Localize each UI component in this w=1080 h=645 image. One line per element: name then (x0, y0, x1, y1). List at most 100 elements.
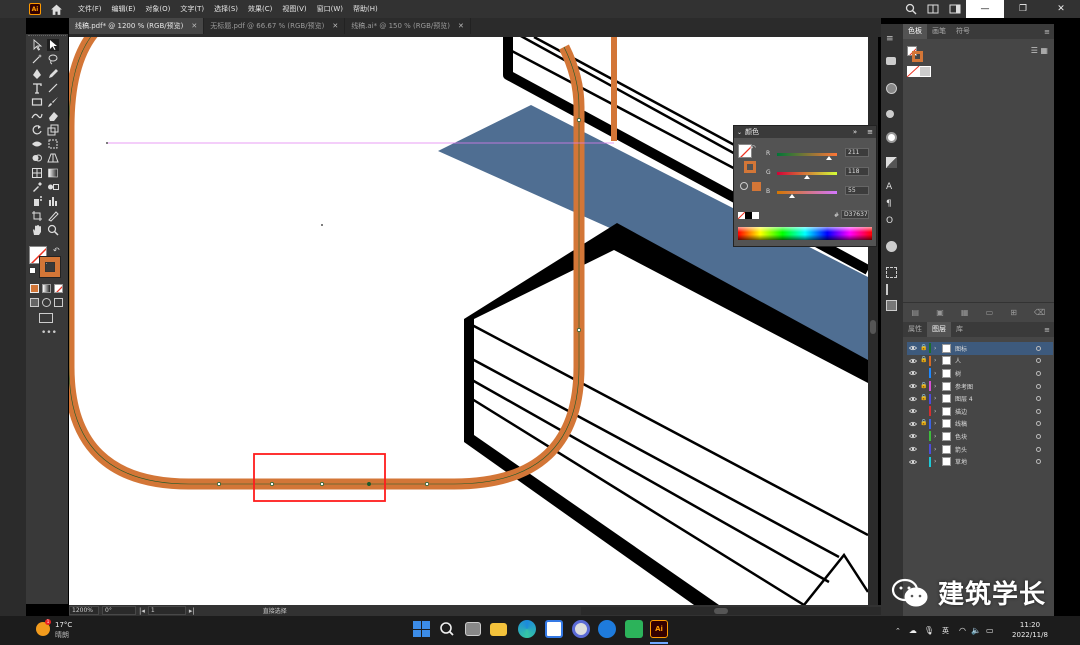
scale-tool-icon[interactable] (47, 124, 59, 136)
close-icon[interactable]: ✕ (458, 18, 464, 34)
color-spectrum[interactable] (738, 227, 872, 240)
list-view-icon[interactable]: ☰ ▦ (1031, 46, 1048, 55)
default-colors-icon[interactable] (29, 267, 36, 274)
expand-chevron-icon[interactable]: › (934, 357, 942, 364)
b-value-input[interactable]: 55 (845, 186, 869, 195)
type-tool-icon[interactable] (31, 82, 43, 94)
b-slider[interactable] (777, 191, 837, 194)
layer-target-icon[interactable] (1036, 446, 1041, 452)
expand-chevron-icon[interactable]: › (934, 345, 942, 352)
edge-browser-icon[interactable] (518, 620, 536, 638)
paragraph-icon[interactable]: ¶ (886, 199, 897, 210)
mic-icon[interactable]: 🎙 (924, 626, 934, 635)
tab-properties[interactable]: 属性 (903, 322, 927, 337)
layer-target-icon[interactable] (1036, 383, 1041, 389)
lasso-tool-icon[interactable] (47, 53, 59, 65)
tab-doc-2[interactable]: 无标题.pdf @ 66.67 % (RGB/预览) ✕ (204, 18, 346, 34)
layer-row[interactable]: 🔒 › 线稿 (907, 418, 1053, 431)
layer-name[interactable]: 人 (955, 356, 961, 365)
menu-effect[interactable]: 效果(C) (243, 0, 277, 18)
rotation-field[interactable]: 0° (102, 606, 136, 615)
symbol-sprayer-tool-icon[interactable] (31, 195, 43, 207)
tools-grip[interactable] (28, 35, 66, 37)
layer-row[interactable]: 🔒 › 参考图 (907, 380, 1053, 393)
arrange-documents-icon[interactable] (927, 3, 939, 15)
color-icon[interactable] (886, 132, 897, 143)
artboard-canvas[interactable] (69, 37, 868, 605)
new-group-icon[interactable]: ▭ (986, 308, 994, 317)
color-panel[interactable]: ⌄ 颜色 » ≡ ↶ R 211 G 118 B 55 # D37637 (733, 125, 877, 247)
character-icon[interactable]: A (886, 182, 897, 193)
menu-file[interactable]: 文件(F) (73, 0, 107, 18)
rotate-tool-icon[interactable] (31, 124, 43, 136)
swatch-none[interactable] (907, 66, 931, 77)
close-icon[interactable]: ✕ (191, 18, 197, 34)
r-value-input[interactable]: 211 (845, 148, 869, 157)
tray-chevron-icon[interactable]: ⌃ (895, 627, 901, 635)
magic-wand-tool-icon[interactable] (31, 53, 43, 65)
visibility-eye-icon[interactable] (909, 382, 917, 390)
width-tool-icon[interactable] (31, 138, 43, 150)
artwork[interactable] (69, 37, 868, 605)
line-tool-icon[interactable] (47, 82, 59, 94)
visibility-eye-icon[interactable] (909, 357, 917, 365)
white-swatch[interactable] (752, 212, 759, 219)
close-icon[interactable]: ✕ (332, 18, 338, 34)
screen-mode-icon[interactable] (39, 313, 53, 323)
start-button[interactable] (412, 620, 430, 638)
layer-target-icon[interactable] (1036, 459, 1041, 465)
lock-icon[interactable] (920, 457, 929, 466)
menu-object[interactable]: 对象(O) (140, 0, 175, 18)
task-view-icon[interactable] (465, 622, 481, 636)
expand-chevron-icon[interactable]: › (934, 433, 942, 440)
panel-stroke-swatch[interactable] (744, 161, 756, 173)
expand-chevron-icon[interactable]: › (934, 383, 942, 390)
zoom-tool-icon[interactable] (47, 224, 59, 236)
slice-tool-icon[interactable] (47, 210, 59, 222)
blend-tool-icon[interactable] (47, 181, 59, 193)
direct-selection-tool-icon[interactable] (47, 39, 59, 51)
layer-row[interactable]: 🔒 › 图标 (907, 342, 1053, 355)
ie-browser-icon[interactable] (598, 620, 616, 638)
home-icon[interactable] (50, 3, 63, 16)
last-artboard-icon[interactable]: ▸| (189, 607, 195, 615)
lock-icon[interactable] (920, 445, 929, 454)
search-icon[interactable] (905, 3, 917, 15)
vertical-scrollbar[interactable] (868, 37, 878, 605)
b-slider-handle[interactable] (789, 194, 795, 198)
app-icon-1[interactable] (572, 620, 590, 638)
lock-icon[interactable] (920, 432, 929, 441)
weather-desc[interactable]: 晴朗 (55, 630, 69, 640)
layer-row[interactable]: › 描边 (907, 405, 1053, 418)
layer-target-icon[interactable] (1036, 433, 1041, 439)
opentype-icon[interactable]: O (886, 216, 897, 227)
close-button[interactable]: ✕ (1042, 0, 1080, 18)
tab-brushes[interactable]: 画笔 (927, 24, 951, 39)
pencil-tool-icon[interactable] (47, 68, 59, 80)
layer-name[interactable]: 线稿 (955, 419, 967, 428)
layer-target-icon[interactable] (1036, 421, 1041, 427)
layer-row[interactable]: › 箭头 (907, 443, 1053, 456)
pen-tool-icon[interactable] (31, 68, 43, 80)
first-artboard-icon[interactable]: |◂ (139, 607, 145, 615)
artboard-number-field[interactable]: 1 (147, 606, 186, 615)
black-swatch[interactable] (745, 212, 752, 219)
tab-swatches[interactable]: 色板 (903, 24, 927, 39)
expand-chevron-icon[interactable]: › (934, 458, 942, 465)
free-transform-tool-icon[interactable] (47, 138, 59, 150)
layer-target-icon[interactable] (1036, 408, 1041, 414)
panel-menu-icon[interactable]: ≡ (1044, 28, 1050, 36)
expand-chevron-icon[interactable]: › (934, 420, 942, 427)
layer-target-icon[interactable] (1036, 345, 1041, 351)
comments-icon[interactable] (886, 57, 896, 65)
panel-menu-icon[interactable]: ≡ (886, 34, 897, 45)
pathfinder-icon[interactable] (886, 300, 897, 311)
paintbrush-tool-icon[interactable] (47, 96, 59, 108)
menu-window[interactable]: 窗口(W) (312, 0, 348, 18)
menu-edit[interactable]: 编辑(E) (107, 0, 141, 18)
draw-behind-icon[interactable] (42, 298, 51, 307)
mesh-tool-icon[interactable] (31, 167, 43, 179)
visibility-eye-icon[interactable] (909, 407, 917, 415)
menu-type[interactable]: 文字(T) (175, 0, 209, 18)
layer-name[interactable]: 参考图 (955, 382, 973, 391)
